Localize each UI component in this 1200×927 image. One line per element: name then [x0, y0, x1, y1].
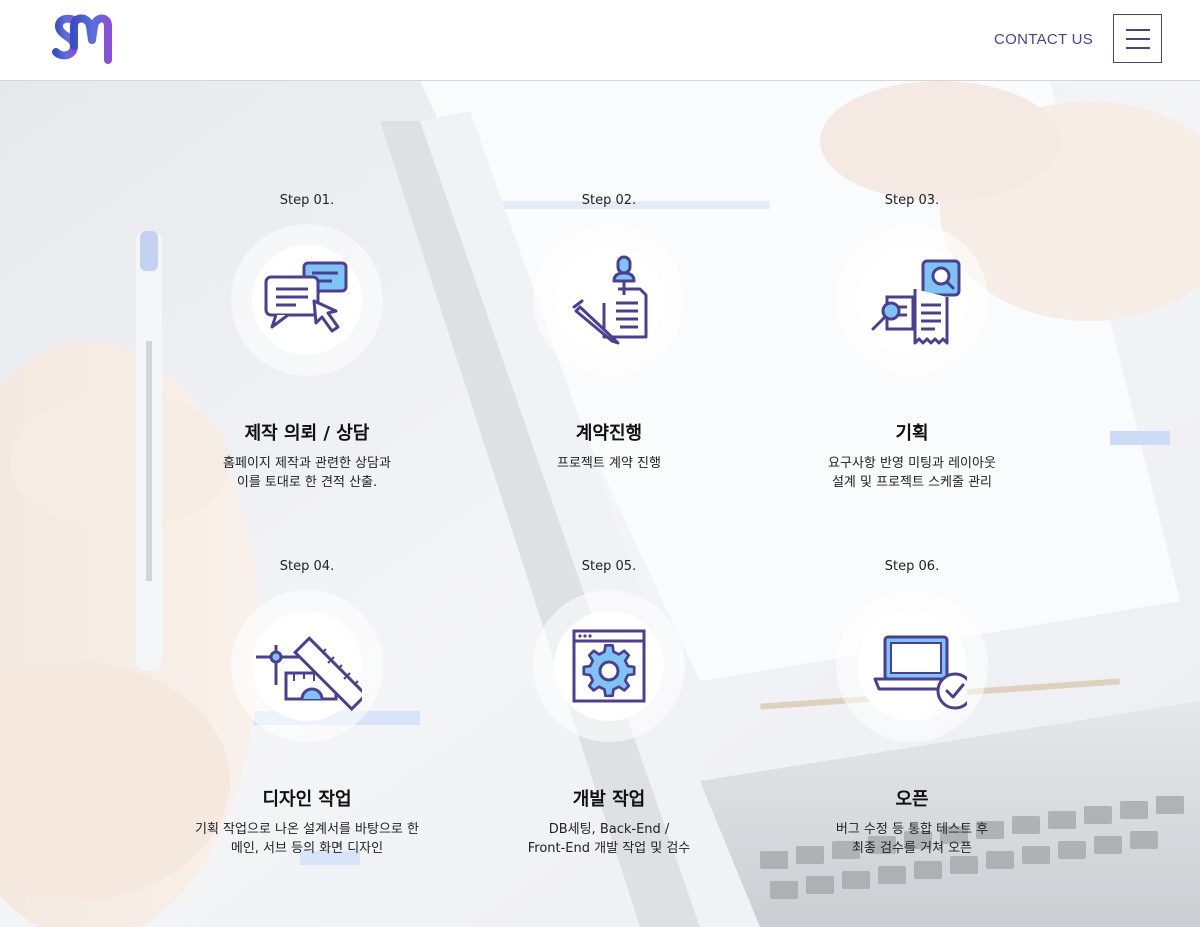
step-icon-circle	[231, 590, 383, 742]
step-card: Step 06. 오픈 버그 수정 등 통합 테스트 후 최종 검수를 거쳐 오…	[762, 558, 1062, 858]
sm-logo-icon	[52, 14, 112, 64]
hamburger-menu-icon	[1126, 38, 1150, 40]
step-description: 홈페이지 제작과 관련한 상담과 이를 토대로 한 견적 산출.	[157, 454, 457, 492]
contract-document-icon	[572, 255, 648, 345]
contact-us-link[interactable]: CONTACT US	[994, 30, 1093, 50]
step-title: 오픈	[895, 789, 929, 810]
step-description-line: Front-End 개발 작업 및 검수	[527, 841, 691, 856]
step-description: 요구사항 반영 미팅과 레이아웃 설계 및 프로젝트 스케줄 관리	[762, 454, 1062, 492]
step-description: 프로젝트 계약 진행	[459, 454, 759, 473]
step-title: 기획	[895, 423, 929, 444]
step-description: 버그 수정 등 통합 테스트 후 최종 검수를 거쳐 오픈	[762, 820, 1062, 858]
step-description-line: 설계 및 프로젝트 스케줄 관리	[831, 475, 993, 490]
step-label: Step 01.	[279, 193, 335, 208]
step-card: Step 01. 제작 의뢰 / 상담 홈페이지 제작과 관련한 상담과 이를 …	[157, 192, 457, 492]
step-card: Step 03. 기획 요구사항 반영 미팅과 레이아웃 설계 및 프로젝트 스…	[762, 192, 1062, 492]
step-description-line: 버그 수정 등 통합 테스트 후	[835, 822, 989, 837]
site-header: CONTACT US	[0, 0, 1200, 81]
step-label: Step 03.	[884, 193, 940, 208]
step-label: Step 05.	[581, 559, 637, 574]
site-logo[interactable]	[52, 12, 114, 64]
step-title: 계약진행	[575, 423, 643, 444]
step-label: Step 02.	[581, 193, 637, 208]
step-label: Step 06.	[884, 559, 940, 574]
step-icon-circle	[836, 590, 988, 742]
hamburger-menu-icon	[1126, 47, 1150, 49]
step-description-line: 홈페이지 제작과 관련한 상담과	[223, 456, 391, 471]
development-gear-icon	[572, 629, 646, 703]
step-card: Step 05. 개발 작업 DB세팅, Back-End / Front-En…	[459, 558, 759, 858]
step-description-line: 프로젝트 계약 진행	[557, 456, 661, 471]
step-description-line: 최종 검수를 거쳐 오픈	[851, 841, 973, 856]
planning-search-icon	[871, 259, 961, 345]
step-icon-circle	[533, 590, 685, 742]
step-description-line: 기획 작업으로 나온 설계서를 바탕으로 한	[195, 822, 419, 837]
step-label: Step 04.	[279, 559, 335, 574]
launch-laptop-check-icon	[873, 635, 967, 710]
step-description-line: 메인, 서브 등의 화면 디자인	[230, 841, 384, 856]
step-description-line: 요구사항 반영 미팅과 레이아웃	[828, 456, 996, 471]
step-icon-circle	[533, 224, 685, 376]
hamburger-menu-icon	[1126, 29, 1150, 31]
menu-button[interactable]	[1113, 14, 1162, 63]
step-card: Step 04. 디자인 작업 기획 작업으로 나온 설계서를 바탕으로 한 메…	[157, 558, 457, 858]
step-description-line: DB세팅, Back-End /	[548, 822, 670, 837]
consultation-chat-icon	[264, 261, 348, 333]
step-icon-circle	[231, 224, 383, 376]
step-card: Step 02. 계약진행 프로젝트 계약 진행	[459, 192, 759, 473]
step-icon-circle	[836, 224, 988, 376]
step-title: 디자인 작업	[262, 789, 352, 810]
step-description: 기획 작업으로 나온 설계서를 바탕으로 한 메인, 서브 등의 화면 디자인	[157, 820, 457, 858]
step-title: 제작 의뢰 / 상담	[244, 423, 370, 444]
step-description: DB세팅, Back-End / Front-End 개발 작업 및 검수	[459, 820, 759, 858]
step-description-line: 이를 토대로 한 견적 산출.	[236, 475, 378, 490]
step-title: 개발 작업	[572, 789, 646, 810]
design-ruler-icon	[256, 636, 362, 712]
